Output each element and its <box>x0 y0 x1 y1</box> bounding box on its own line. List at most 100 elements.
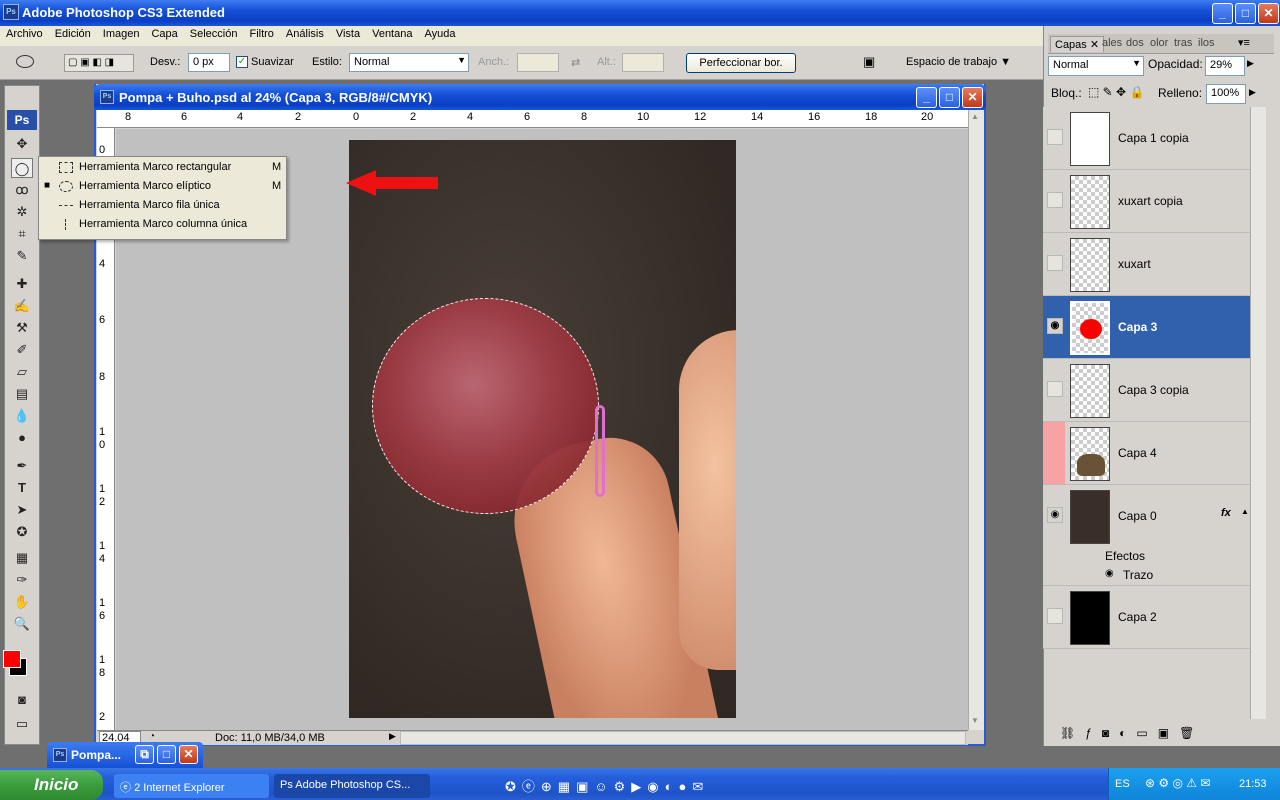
dodge-tool-icon[interactable]: ● <box>11 428 33 448</box>
start-button[interactable]: Inicio <box>0 770 103 800</box>
layer-row[interactable]: Capa 2 <box>1043 586 1250 649</box>
maximize-button[interactable]: □ <box>157 745 176 764</box>
minimized-document[interactable]: Ps Pompa... ⧉ □ ✕ <box>47 742 203 768</box>
antialias-checkbox[interactable]: ✓ <box>236 56 248 68</box>
maximize-button[interactable]: □ <box>1235 3 1256 24</box>
notes-tool-icon[interactable]: ▦ <box>11 548 33 568</box>
restore-button[interactable]: ⧉ <box>135 745 154 764</box>
tab-capas[interactable]: Capas ✕ <box>1050 36 1105 52</box>
flyout-item-single-column[interactable]: Herramienta Marco columna única <box>39 215 286 234</box>
vertical-scrollbar[interactable]: ▲ ▼ <box>968 110 984 730</box>
menu-filtro[interactable]: Filtro <box>243 26 279 40</box>
quick-launch-icons[interactable]: ✪ⓔ⊕▦▣☺⚙▶◉◐●✉ <box>505 776 805 796</box>
eraser-tool-icon[interactable]: ▱ <box>11 362 33 382</box>
brush-tool-icon[interactable]: ✍ <box>11 296 33 316</box>
flyout-item-elliptical[interactable]: ■ Herramienta Marco elíptico M <box>39 177 286 196</box>
layers-bottom-toolbar[interactable]: ⛓ƒ◙◐▭▣🗑 <box>1060 726 1260 742</box>
workspace-menu[interactable]: Espacio de trabajo ▼ <box>906 56 1011 68</box>
menu-vista[interactable]: Vista <box>330 26 366 40</box>
menu-analisis[interactable]: Análisis <box>280 26 330 40</box>
layer-visibility-toggle[interactable] <box>1047 129 1063 145</box>
clone-stamp-icon[interactable]: ⚒ <box>11 318 33 338</box>
expand-effects-icon[interactable]: ▲ <box>1241 507 1249 516</box>
tab-canales[interactable]: ales <box>1102 37 1122 49</box>
layer-visibility-toggle[interactable] <box>1047 255 1063 271</box>
layer-visibility-toggle[interactable] <box>1043 422 1065 484</box>
ps-logo-icon[interactable]: Ps <box>7 110 37 130</box>
slice-tool-icon[interactable]: ✎ <box>11 246 33 266</box>
flyout-item-rectangular[interactable]: Herramienta Marco rectangular M <box>39 158 286 177</box>
taskbar-item-ie[interactable]: ⓔ 2 Internet Explorer <box>114 774 269 798</box>
selection-mode-icons[interactable]: ▢ ▣ ◧ ◨ <box>64 54 134 72</box>
fx-icon[interactable]: fx <box>1221 507 1231 519</box>
style-select[interactable]: Normal ▼ <box>349 53 469 72</box>
menu-edicion[interactable]: Edición <box>49 26 97 40</box>
layer-row[interactable]: Capa 1 copia <box>1043 107 1250 170</box>
move-tool-icon[interactable]: ✥ <box>11 134 33 154</box>
tray-icons[interactable]: ⊛ ⚙ ◎ ⚠ ✉ <box>1145 776 1210 790</box>
menu-imagen[interactable]: Imagen <box>97 26 146 40</box>
marquee-tool-icon[interactable]: ◯ <box>11 158 33 178</box>
feather-input[interactable]: 0 px <box>188 53 230 72</box>
zoom-tool-icon[interactable]: 🔍 <box>11 614 33 634</box>
scroll-down-icon[interactable]: ▼ <box>971 716 979 725</box>
menu-seleccion[interactable]: Selección <box>184 26 244 40</box>
layer-row[interactable]: xuxart <box>1043 233 1250 296</box>
magic-wand-icon[interactable]: ✲ <box>11 202 33 222</box>
status-icon[interactable]: ◔ <box>149 731 155 742</box>
hand-tool-icon[interactable]: ✋ <box>11 592 33 612</box>
opacity-input[interactable]: 29% <box>1205 56 1245 76</box>
tab-muestras[interactable]: tras <box>1174 37 1192 49</box>
type-tool-icon[interactable]: T <box>11 478 33 498</box>
minimize-button[interactable]: _ <box>1212 3 1233 24</box>
gradient-tool-icon[interactable]: ▤ <box>11 384 33 404</box>
document-image[interactable] <box>349 140 736 718</box>
shape-tool-icon[interactable]: ✪ <box>11 522 33 542</box>
refine-edge-button[interactable]: Perfeccionar bor. <box>686 53 796 73</box>
menu-archivo[interactable]: Archivo <box>0 26 49 40</box>
doc-close-button[interactable]: ✕ <box>962 87 983 108</box>
lasso-tool-icon[interactable]: ꝏ <box>11 180 33 200</box>
opacity-arrow-icon[interactable]: ▶ <box>1247 58 1254 69</box>
tab-trazados[interactable]: dos <box>1126 37 1144 49</box>
bridge-icon[interactable]: ▣ <box>863 54 887 72</box>
layer-visibility-toggle[interactable] <box>1047 608 1063 624</box>
tab-estilos[interactable]: ilos <box>1198 37 1215 49</box>
tab-color[interactable]: olor <box>1150 37 1168 49</box>
eyedropper-icon[interactable]: ✑ <box>11 570 33 590</box>
doc-minimize-button[interactable]: _ <box>916 87 937 108</box>
blend-mode-select[interactable]: Normal ▼ <box>1048 56 1144 76</box>
horizontal-scrollbar[interactable] <box>400 731 966 745</box>
status-menu-arrow-icon[interactable]: ▶ <box>389 731 396 742</box>
lock-icons[interactable]: ⬚ ✎ ✥ 🔒 <box>1088 85 1144 99</box>
layer-visibility-toggle[interactable] <box>1047 381 1063 397</box>
flyout-item-single-row[interactable]: Herramienta Marco fila única <box>39 196 286 215</box>
pen-tool-icon[interactable]: ✒ <box>11 456 33 476</box>
layer-row[interactable]: ◉ Capa 0 fx ▲ Efectos ◉ Trazo <box>1043 485 1250 586</box>
language-indicator[interactable]: ES <box>1115 778 1130 790</box>
eye-icon[interactable]: ◉ <box>1047 318 1063 334</box>
eye-icon[interactable]: ◉ <box>1105 568 1114 579</box>
menu-ayuda[interactable]: Ayuda <box>418 26 461 40</box>
layer-visibility-toggle[interactable] <box>1047 192 1063 208</box>
crop-tool-icon[interactable]: ⌗ <box>11 224 33 244</box>
layers-scrollbar[interactable] <box>1250 107 1266 719</box>
screen-mode-icon[interactable]: ▭ <box>11 714 33 734</box>
foreground-color-swatch[interactable] <box>3 650 21 668</box>
elliptical-selection[interactable] <box>372 298 599 514</box>
blur-tool-icon[interactable]: 💧 <box>11 406 33 426</box>
path-selection-icon[interactable]: ➤ <box>11 500 33 520</box>
history-brush-icon[interactable]: ✐ <box>11 340 33 360</box>
close-button[interactable]: ✕ <box>179 745 198 764</box>
healing-brush-icon[interactable]: ✚ <box>11 274 33 294</box>
eye-icon[interactable]: ◉ <box>1047 507 1063 523</box>
panel-menu-icon[interactable]: ▾≡ <box>1238 36 1250 49</box>
fill-arrow-icon[interactable]: ▶ <box>1249 87 1256 98</box>
menu-capa[interactable]: Capa <box>145 26 183 40</box>
doc-maximize-button[interactable]: □ <box>939 87 960 108</box>
layer-row-selected[interactable]: ◉ Capa 3 <box>1043 296 1250 359</box>
layer-row[interactable]: Capa 4 <box>1043 422 1250 485</box>
layer-row[interactable]: xuxart copia <box>1043 170 1250 233</box>
fill-input[interactable]: 100% <box>1206 84 1246 104</box>
layer-row[interactable]: Capa 3 copia <box>1043 359 1250 422</box>
